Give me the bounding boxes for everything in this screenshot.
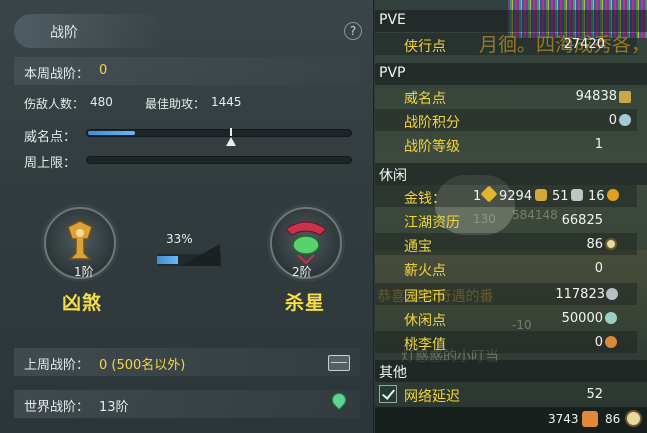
latency-checkbox[interactable]: [379, 385, 397, 403]
stat-value-xiaxing: 27420: [563, 37, 605, 52]
footer-flag-icon[interactable]: [582, 411, 598, 427]
week-rank-value: 0: [99, 63, 108, 78]
tongbao-coin-icon: [605, 238, 617, 250]
pvp-header-band: [375, 63, 647, 85]
pve-header: PVE: [379, 12, 406, 28]
home-coin-icon: [606, 288, 618, 300]
last-week-value: 0 (500名以外): [99, 358, 186, 373]
stat-label-rank-points: 战阶积分: [404, 115, 460, 131]
panel-title: 战阶: [50, 25, 78, 41]
world-rank-label: 世界战阶：: [24, 400, 90, 415]
pvp-header: PVP: [379, 65, 406, 81]
rank-panel: 战阶 ? 本周战阶： 0 伤敌人数： 480 最佳助攻： 1445 威名点： 周…: [0, 0, 374, 433]
fame-progress-bar: [86, 129, 352, 137]
current-rank-level: 1阶: [74, 265, 94, 279]
stat-value-fire: 0: [594, 261, 603, 276]
next-rank-level: 2阶: [292, 265, 312, 279]
leisure-header: 休闲: [379, 168, 407, 184]
money-gold-big: 1: [473, 189, 482, 204]
stat-value-home-coin: 117823: [555, 287, 605, 302]
fame-progress-fill: [88, 131, 135, 135]
stat-label-fire: 薪火点: [404, 263, 446, 279]
pve-header-band: [375, 10, 647, 32]
coin-icon: [607, 189, 619, 201]
copper-ingot-icon: [571, 189, 583, 201]
injured-value: 480: [90, 95, 113, 109]
footer-coin-icon[interactable]: [625, 410, 642, 427]
fame-cap-marker-line: [230, 128, 232, 136]
stat-value-leisure: 50000: [561, 311, 603, 326]
stat-value-rank-points: 0: [608, 113, 617, 128]
world-rank-value: 13阶: [99, 400, 129, 415]
rank-progress-arrow-icon: [180, 244, 220, 266]
stat-value-seniority: 66825: [561, 213, 603, 228]
stat-label-seniority: 江湖资历: [404, 215, 460, 231]
injured-label: 伤敌人数：: [24, 97, 85, 111]
other-header: 其他: [379, 365, 407, 381]
week-cap-bar: [86, 156, 352, 164]
stat-label-xiaxing: 侠行点: [404, 39, 446, 55]
stat-value-fame: 94838: [575, 89, 617, 104]
footer-left-value: 3743: [548, 412, 579, 426]
stat-label-rank-level: 战阶等级: [404, 139, 460, 155]
current-rank-name: 凶煞: [62, 292, 103, 314]
leaf-icon: [605, 312, 617, 324]
stat-label-leisure: 休闲点: [404, 313, 446, 329]
footer-right-value: 86: [605, 412, 621, 426]
panel-title-tab: 战阶: [14, 14, 164, 48]
stat-value-peach: 0: [594, 335, 603, 350]
rank-progress-fill: [157, 256, 178, 264]
leisure-header-band: [375, 163, 647, 185]
money-copper: 16: [588, 189, 605, 204]
stat-label-tongbao: 通宝: [404, 239, 432, 255]
best-assist-value: 1445: [211, 95, 242, 109]
money-label: 金钱：: [404, 191, 446, 207]
stat-label-latency: 网络延迟: [404, 389, 460, 405]
stat-label-fame: 威名点: [404, 91, 446, 107]
silver-ingot-icon: [535, 189, 547, 201]
bg-number-b: 584148: [512, 208, 558, 222]
last-week-label: 上周战阶：: [24, 358, 90, 373]
stat-label-peach: 桃李值: [404, 337, 446, 353]
bg-number-c: -10: [512, 318, 532, 332]
money-silver: 51: [552, 189, 569, 204]
fame-cap-marker-icon: [226, 137, 236, 146]
fame-icon: [619, 91, 631, 103]
stat-value-latency: 52: [586, 387, 603, 402]
stat-label-home-coin: 园宅币: [404, 289, 446, 305]
next-rank-name: 杀星: [285, 292, 326, 314]
crystal-icon: [619, 114, 631, 126]
best-assist-label: 最佳助攻：: [145, 97, 206, 111]
chest-icon[interactable]: [328, 355, 350, 371]
stat-value-rank-level: 1: [594, 137, 603, 152]
money-gold: 9294: [499, 189, 533, 204]
peach-icon: [605, 336, 617, 348]
week-rank-label: 本周战阶：: [24, 67, 90, 82]
fame-label: 威名点：: [24, 130, 77, 145]
week-cap-label: 周上限：: [24, 156, 77, 171]
help-icon[interactable]: ?: [344, 22, 362, 40]
stats-panel: 月徊。四海成秀各， 恭喜 鲤拨奇遇的番 灯惑惑的小叮当 130 584148 -…: [375, 0, 647, 433]
bg-number-a: 130: [473, 212, 496, 226]
stat-value-tongbao: 86: [586, 237, 603, 252]
other-header-band: [375, 360, 647, 382]
